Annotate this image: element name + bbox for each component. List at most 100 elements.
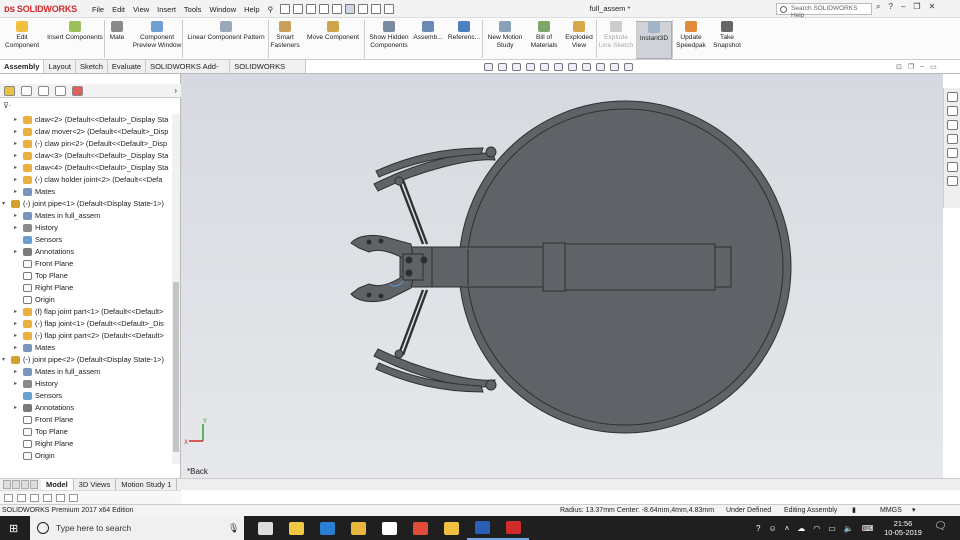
minimize-icon[interactable]: – — [901, 2, 905, 12]
lower-flap-hinge[interactable] — [485, 379, 497, 391]
file-explorer-icon[interactable] — [947, 120, 958, 130]
tree-item[interactable]: ▸ Annotations — [0, 402, 172, 414]
graphics-area[interactable]: Y X *Back — [181, 74, 943, 478]
language-icon[interactable]: ⌨ — [862, 524, 874, 533]
restore-icon[interactable]: ❐ — [913, 2, 920, 12]
tree-item[interactable]: ▸ (-) claw holder joint<2> (Default<<Defa — [0, 174, 172, 186]
zoom-to-fit-icon[interactable] — [484, 63, 493, 71]
rebuild-icon[interactable] — [358, 4, 368, 14]
expand-icon[interactable]: ▸ — [14, 210, 21, 222]
expand-icon[interactable]: ▸ — [14, 150, 21, 162]
expand-icon[interactable]: ▸ — [14, 366, 21, 378]
last-tab-icon[interactable] — [30, 480, 38, 489]
tree-item[interactable]: Origin — [0, 450, 172, 462]
ribbon-button-smart-fasteners[interactable]: Smart Fasteners — [270, 21, 300, 59]
save-icon[interactable] — [306, 4, 316, 14]
open-icon[interactable] — [293, 4, 303, 14]
lower-link-rod-a[interactable] — [397, 289, 425, 355]
menu-window[interactable]: Window — [209, 5, 236, 14]
tree-item[interactable]: Top Plane — [0, 270, 172, 282]
print-icon[interactable] — [319, 4, 329, 14]
tab-sketch[interactable]: Sketch — [75, 60, 108, 73]
tab-evaluate[interactable]: Evaluate — [107, 60, 147, 73]
forum-icon[interactable] — [947, 176, 958, 186]
menu-insert[interactable]: Insert — [157, 5, 176, 14]
tree-item[interactable]: ▾ (-) joint pipe<1> (Default<Display Stat… — [0, 198, 172, 210]
expand-icon[interactable]: ▸ — [14, 342, 21, 354]
upper-link-pin[interactable] — [394, 176, 404, 186]
model-view[interactable]: Y X *Back — [181, 74, 943, 478]
tab-3d-views[interactable]: 3D Views — [74, 479, 117, 490]
dynamic-annotation-icon[interactable] — [540, 63, 549, 71]
viewport-restore-icon[interactable]: ❐ — [908, 63, 914, 71]
sketch-tool-icon[interactable] — [4, 493, 13, 502]
section-view-icon[interactable] — [526, 63, 535, 71]
people-icon[interactable]: ☺ — [768, 524, 776, 533]
display-style-icon[interactable] — [568, 63, 577, 71]
tree-item[interactable]: Sensors — [0, 390, 172, 402]
custom-properties-icon[interactable] — [947, 162, 958, 172]
upper-link-rod-b[interactable] — [401, 179, 429, 245]
notifications-icon[interactable]: 🗨 — [934, 521, 947, 532]
hide-show-items-icon[interactable] — [582, 63, 591, 71]
view-palette-icon[interactable] — [947, 134, 958, 144]
edit-appearance-icon[interactable] — [596, 63, 605, 71]
wifi-icon[interactable]: ◠ — [813, 524, 820, 533]
help-tray-icon[interactable]: ? — [756, 524, 760, 533]
solidworks-resources-icon[interactable] — [947, 92, 958, 102]
tree-item[interactable]: Right Plane — [0, 438, 172, 450]
search-dropdown-icon[interactable]: ⌕ — [876, 2, 880, 12]
expand-icon[interactable]: ▸ — [14, 162, 21, 174]
tree-item[interactable]: Front Plane — [0, 258, 172, 270]
taskbar-app-chrome[interactable] — [405, 516, 436, 540]
taskbar-app-solidworks[interactable] — [498, 516, 529, 540]
expand-icon[interactable]: ▸ — [14, 318, 21, 330]
prev-tab-icon[interactable] — [12, 480, 20, 489]
tree-item[interactable]: ▸ Mates in full_assem — [0, 366, 172, 378]
tree-item[interactable]: ▸ History — [0, 378, 172, 390]
taskbar-app-edge[interactable] — [312, 516, 343, 540]
ribbon-button-move-component[interactable]: Move Component — [302, 21, 364, 59]
tree-item[interactable]: Front Plane — [0, 414, 172, 426]
ribbon-button-speedpak[interactable]: Update Speedpak — [674, 21, 708, 59]
close-icon[interactable]: ✕ — [929, 2, 936, 12]
tree-item[interactable]: Top Plane — [0, 426, 172, 438]
tree-item[interactable]: Right Plane — [0, 282, 172, 294]
pin-icon[interactable]: ⚲ — [268, 5, 274, 14]
appearances-icon[interactable] — [947, 148, 958, 158]
ribbon-button-insert-components[interactable]: Insert Components — [44, 21, 106, 59]
ribbon-button-component-preview[interactable]: Component Preview Window — [132, 21, 182, 59]
expand-icon[interactable]: ▸ — [14, 378, 21, 390]
claw-pin-lower[interactable] — [405, 269, 413, 277]
tree-item[interactable]: ▸ (-) claw pin<2> (Default<<Default>_Disp — [0, 138, 172, 150]
first-tab-icon[interactable] — [3, 480, 11, 489]
claw-assembly-model[interactable] — [350, 100, 792, 434]
tab-model[interactable]: Model — [41, 479, 74, 490]
tree-scrollbar[interactable] — [172, 114, 180, 464]
viewport-maximize-icon[interactable]: ▭ — [930, 63, 937, 71]
expand-icon[interactable]: ▸ — [14, 186, 21, 198]
tree-item[interactable]: ▸ claw<3> (Default<<Default>_Display Sta — [0, 150, 172, 162]
tree-item[interactable]: ▸ (-) flap joint part<2> (Default<<Defaul… — [0, 330, 172, 342]
menu-tools[interactable]: Tools — [184, 5, 202, 14]
menu-edit[interactable]: Edit — [112, 5, 125, 14]
upper-link-rod-a[interactable] — [397, 180, 425, 245]
options-icon[interactable] — [384, 4, 394, 14]
dimension-icon[interactable] — [69, 493, 78, 502]
tree-item[interactable]: ▸ (f) flap joint part<1> (Default<<Defaul… — [0, 306, 172, 318]
configuration-manager-tab-icon[interactable] — [38, 85, 49, 96]
property-manager-tab-icon[interactable] — [21, 85, 32, 96]
ribbon-button-reference-geometry[interactable]: Referenc... — [446, 21, 482, 59]
line-tool-icon[interactable] — [17, 493, 26, 502]
ribbon-button-linear-pattern[interactable]: Linear Component Pattern — [184, 21, 268, 59]
expand-icon[interactable]: ▸ — [14, 402, 21, 414]
tree-item[interactable]: ▾ (-) joint pipe<2> (Default<Display Stat… — [0, 354, 172, 366]
collapse-icon[interactable]: ▾ — [2, 198, 9, 210]
tab-addins[interactable]: SOLIDWORKS Add-Ins — [146, 60, 231, 84]
viewport-split-icon[interactable]: ⊡ — [896, 63, 902, 71]
expand-icon[interactable]: ▸ — [14, 138, 21, 150]
tree-item[interactable]: ▸ claw<4> (Default<<Default>_Display Sta — [0, 162, 172, 174]
clock[interactable]: 21:56 10-05-2019 — [880, 519, 926, 537]
collapse-icon[interactable]: ▾ — [2, 354, 9, 366]
tree-item[interactable]: ▸ claw mover<2> (Default<<Default>_Disp — [0, 126, 172, 138]
